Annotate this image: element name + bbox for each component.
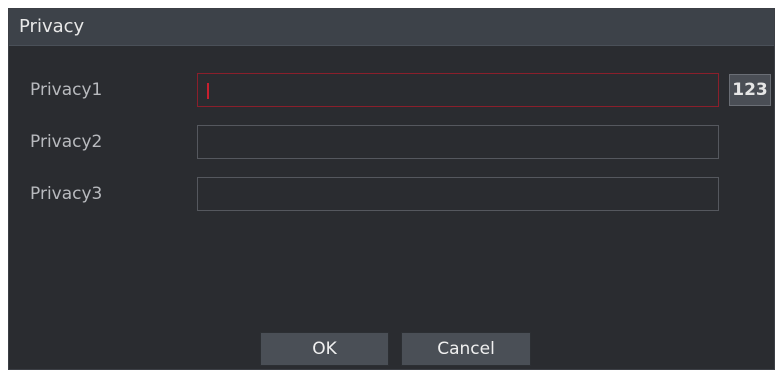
numeric-keyboard-button[interactable]: 123 (729, 74, 771, 106)
privacy3-label: Privacy3 (30, 184, 103, 204)
title-bar: Privacy (9, 9, 774, 46)
privacy1-input[interactable] (197, 73, 719, 107)
privacy2-input[interactable] (197, 125, 719, 159)
privacy-dialog: Privacy Privacy1 123 Privacy2 Privacy3 O… (8, 8, 775, 370)
text-caret (207, 83, 209, 99)
dialog-title: Privacy (19, 16, 85, 37)
cancel-button[interactable]: Cancel (401, 332, 531, 366)
ok-button[interactable]: OK (260, 332, 389, 366)
privacy2-label: Privacy2 (30, 132, 103, 152)
privacy3-input[interactable] (197, 177, 719, 211)
privacy1-label: Privacy1 (30, 80, 103, 100)
